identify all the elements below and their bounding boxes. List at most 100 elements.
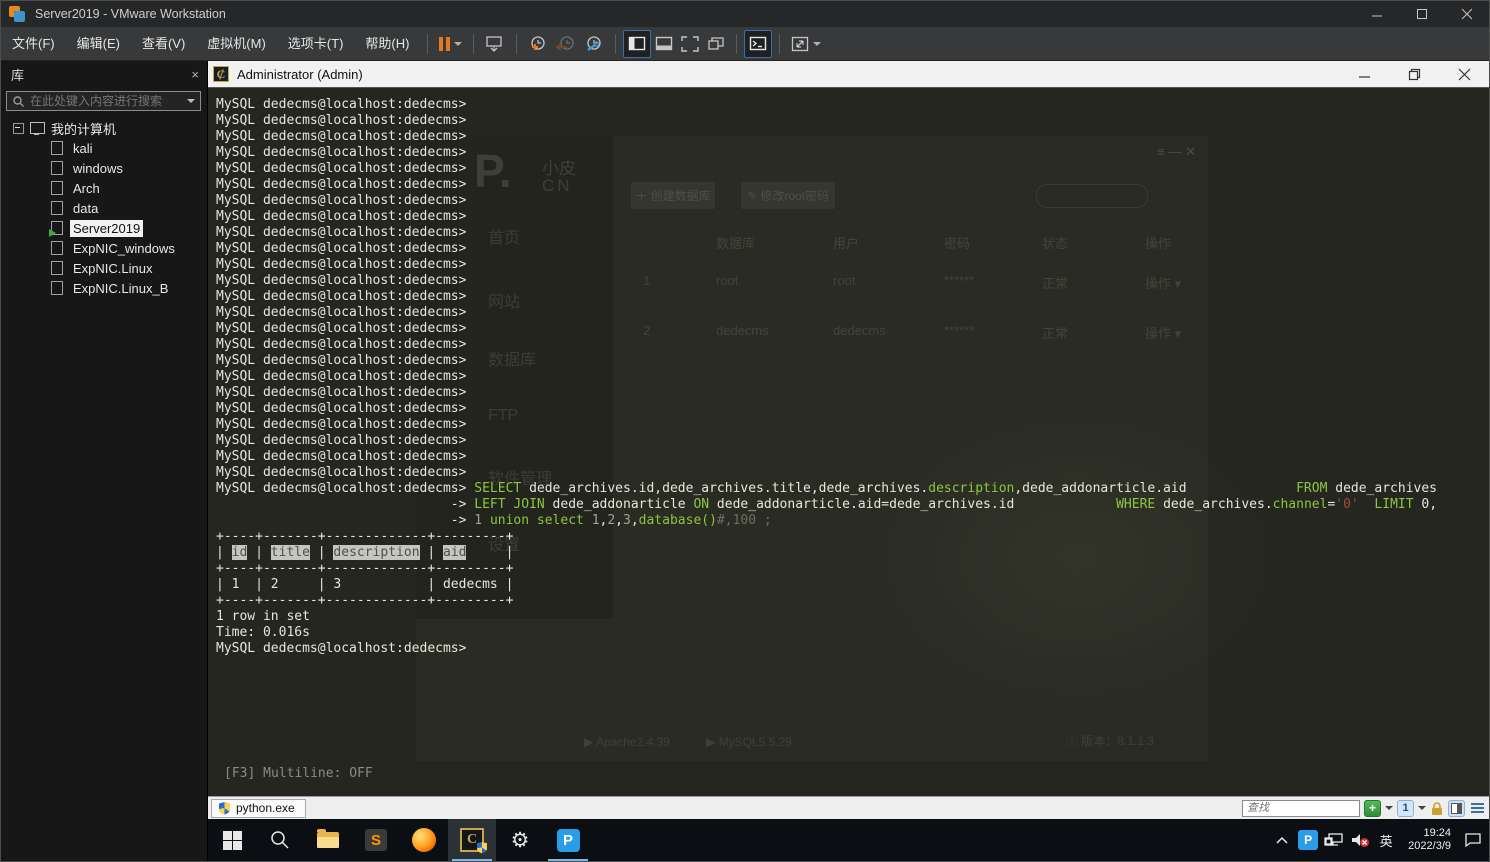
folder-icon: [317, 829, 339, 848]
ctrl-alt-del-button[interactable]: [481, 31, 509, 57]
search-dropdown-caret[interactable]: [187, 99, 195, 103]
search-icon: [13, 95, 24, 107]
terminal-minimize-button[interactable]: [1339, 61, 1389, 87]
console-view-button[interactable]: [744, 29, 773, 58]
vm-label: kali: [73, 140, 93, 156]
new-console-button[interactable]: +: [1364, 799, 1381, 817]
library-toggle-icon: [629, 36, 646, 51]
new-console-caret[interactable]: [1385, 806, 1393, 810]
terminal-tabbar: python.exe + 1: [208, 796, 1489, 819]
menu-item-3[interactable]: 虚拟机(M): [196, 27, 277, 60]
pause-icon: [439, 36, 451, 51]
tray-chevron-icon[interactable]: [1272, 819, 1292, 861]
vm-page-icon: [51, 159, 66, 175]
tab-python-exe[interactable]: python.exe: [211, 798, 306, 818]
library-search[interactable]: [6, 91, 201, 111]
sublime-icon: S: [365, 829, 387, 851]
volume-muted-icon[interactable]: [1350, 819, 1370, 861]
sidebar-item-server2019[interactable]: Server2019: [1, 218, 207, 238]
tree-root-label: 我的计算机: [51, 121, 117, 137]
vmware-titlebar: Server2019 - VMware Workstation: [1, 1, 1489, 27]
snapshot-manager-button[interactable]: [580, 31, 608, 57]
firefox-button[interactable]: [400, 819, 448, 861]
sidebar-item-kali[interactable]: kali: [1, 138, 207, 158]
terminal-restore-button[interactable]: [1389, 61, 1439, 87]
tray-phpstudy-icon[interactable]: P: [1298, 819, 1319, 861]
snapshot-take-icon: [531, 35, 546, 50]
phpstudy-footer-mysql: ▶ MySQL5.5.29: [706, 735, 792, 749]
library-panel: 库 × 我的计算机 kali windows Arch data Server2019 E…: [1, 61, 208, 861]
vm-label: Server2019: [70, 219, 144, 237]
gear-icon: ⚙: [510, 828, 530, 852]
guest-screen: C Administrator (Admin) P. 小皮 CN 首页 网站 数据库: [208, 61, 1489, 861]
running-play-icon: [49, 229, 56, 237]
file-explorer-button[interactable]: [304, 819, 352, 861]
maximize-button[interactable]: [1399, 1, 1444, 27]
library-close-icon[interactable]: ×: [191, 67, 199, 82]
vm-label: data: [73, 200, 99, 216]
library-toggle-button[interactable]: [623, 29, 652, 58]
input-language-indicator[interactable]: 英: [1376, 819, 1396, 861]
fullscreen-icon: [681, 35, 700, 52]
sidebar-item-arch[interactable]: Arch: [1, 178, 207, 198]
snapshot-manager-icon: [587, 35, 602, 51]
pause-button[interactable]: [435, 31, 466, 57]
stretch-dropdown-caret[interactable]: [813, 41, 822, 46]
menu-list: 文件(F) 编辑(E) 查看(V) 虚拟机(M) 选项卡(T) 帮助(H): [1, 27, 420, 60]
tree-root-my-computer[interactable]: 我的计算机: [1, 118, 207, 138]
console-number-button[interactable]: 1: [1397, 799, 1414, 817]
taskbar-clock[interactable]: 19:24 2022/3/9: [1402, 827, 1457, 853]
minimize-button[interactable]: [1354, 1, 1399, 27]
stretch-guest-button[interactable]: [787, 31, 825, 57]
unity-button[interactable]: [703, 31, 729, 57]
snapshot-take-button[interactable]: [524, 31, 552, 57]
start-button[interactable]: [208, 819, 256, 861]
vm-page-icon: [51, 279, 66, 295]
menu-item-5[interactable]: 帮助(H): [354, 27, 420, 60]
menu-item-1[interactable]: 编辑(E): [66, 27, 131, 60]
vm-label: ExpNIC.Linux_B: [73, 280, 169, 296]
sidebar-item-windows[interactable]: windows: [1, 158, 207, 178]
thumbnail-bar-button[interactable]: [651, 31, 677, 57]
stretch-guest-icon: [792, 36, 809, 51]
sidebar-item-expnic.linux[interactable]: ExpNIC.Linux: [1, 258, 207, 278]
fullscreen-button[interactable]: [677, 31, 703, 57]
cmder-icon: C: [213, 66, 229, 82]
taskbar-search-button[interactable]: [256, 819, 304, 861]
vm-label: windows: [73, 160, 123, 176]
sidebar-item-expnic.linux_b[interactable]: ExpNIC.Linux_B: [1, 278, 207, 298]
guest-taskbar: S C ⚙ P P 英 19:24 2022/3/9: [208, 819, 1489, 861]
console-view-icon: [750, 36, 767, 51]
system-tray: P 英 19:24 2022/3/9: [1272, 819, 1489, 861]
console-number-caret[interactable]: [1418, 806, 1426, 810]
close-button[interactable]: [1444, 1, 1489, 27]
lock-icon[interactable]: [1430, 801, 1444, 816]
settings-button[interactable]: ⚙: [496, 819, 544, 861]
phpstudy-taskbar-button[interactable]: P: [544, 819, 592, 861]
snapshot-revert-button[interactable]: [552, 31, 580, 57]
sidebar-item-data[interactable]: data: [1, 198, 207, 218]
terminal-find-box[interactable]: [1242, 799, 1392, 817]
menu-hamburger-icon[interactable]: [1471, 803, 1484, 813]
terminal-close-button[interactable]: [1439, 61, 1489, 87]
tree-expander-icon[interactable]: [13, 122, 24, 134]
sublime-text-button[interactable]: S: [352, 819, 400, 861]
menu-item-2[interactable]: 查看(V): [131, 27, 196, 60]
clock-date: 2022/3/9: [1408, 840, 1451, 852]
panel-toggle-button[interactable]: [1448, 799, 1465, 817]
action-center-icon[interactable]: [1463, 819, 1483, 861]
uac-shield-icon: [219, 802, 230, 815]
computer-icon: [30, 122, 45, 135]
pause-dropdown-caret[interactable]: [454, 41, 463, 46]
cmder-taskbar-button[interactable]: C: [448, 819, 496, 861]
menu-item-4[interactable]: 选项卡(T): [277, 27, 355, 60]
library-search-input[interactable]: [28, 93, 187, 109]
phpstudy-footer-version: ⓘ 版本：8.1.1.3: [1066, 734, 1155, 748]
vmware-window: Server2019 - VMware Workstation 文件(F) 编辑(…: [0, 0, 1490, 862]
network-icon[interactable]: [1324, 819, 1344, 861]
vm-page-icon: [51, 239, 66, 255]
vm-page-icon: [51, 139, 66, 155]
menu-item-0[interactable]: 文件(F): [1, 27, 66, 60]
sidebar-item-expnic_windows[interactable]: ExpNIC_windows: [1, 238, 207, 258]
terminal-body[interactable]: P. 小皮 CN 首页 网站 数据库 FTP 软件管理 设置 ＋ 创建数据库 ✎ 修改ro…: [208, 88, 1489, 796]
